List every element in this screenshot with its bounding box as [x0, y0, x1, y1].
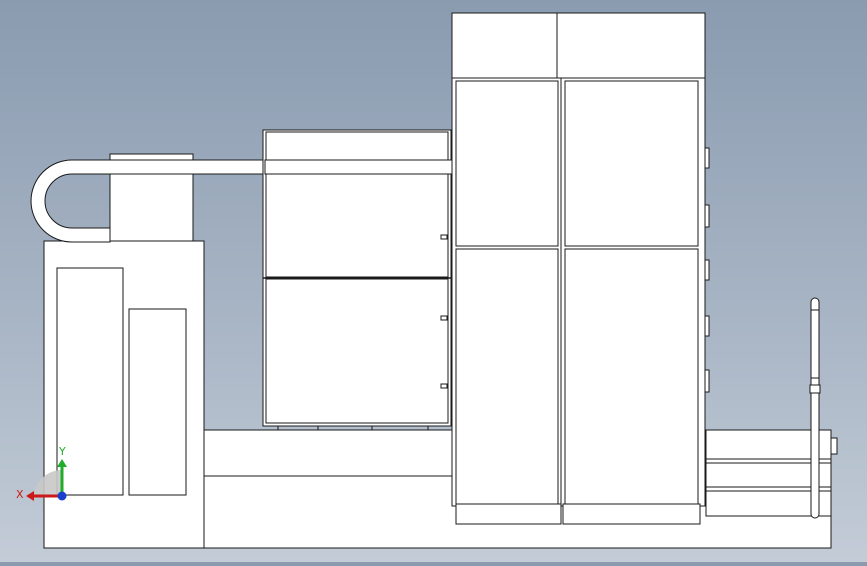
tower-door-upper-right: [564, 80, 699, 247]
left-electrical-cabinet: [43, 153, 205, 549]
coordinate-triad: X Y: [16, 445, 67, 501]
x-axis-arrowhead: [26, 491, 34, 501]
tower-door-lower-right: [564, 248, 699, 505]
tower-door-lower-left: [455, 248, 559, 505]
left-door-panel-2: [128, 308, 187, 496]
center-upper-door: [265, 131, 449, 278]
z-axis-dot: [57, 491, 67, 501]
vertical-rod: [809, 297, 821, 519]
cad-viewport[interactable]: X Y: [0, 0, 867, 562]
tower-top-housing: [451, 12, 706, 79]
y-axis-label: Y: [58, 445, 66, 458]
center-cabinet: [262, 129, 452, 430]
center-lower-door: [265, 278, 449, 424]
tower-door-upper-left: [455, 80, 559, 247]
x-axis-label: X: [16, 488, 24, 501]
left-door-panel: [56, 267, 124, 496]
right-tower-cabinet: [451, 12, 710, 525]
machine-drawing: X Y: [16, 12, 838, 549]
